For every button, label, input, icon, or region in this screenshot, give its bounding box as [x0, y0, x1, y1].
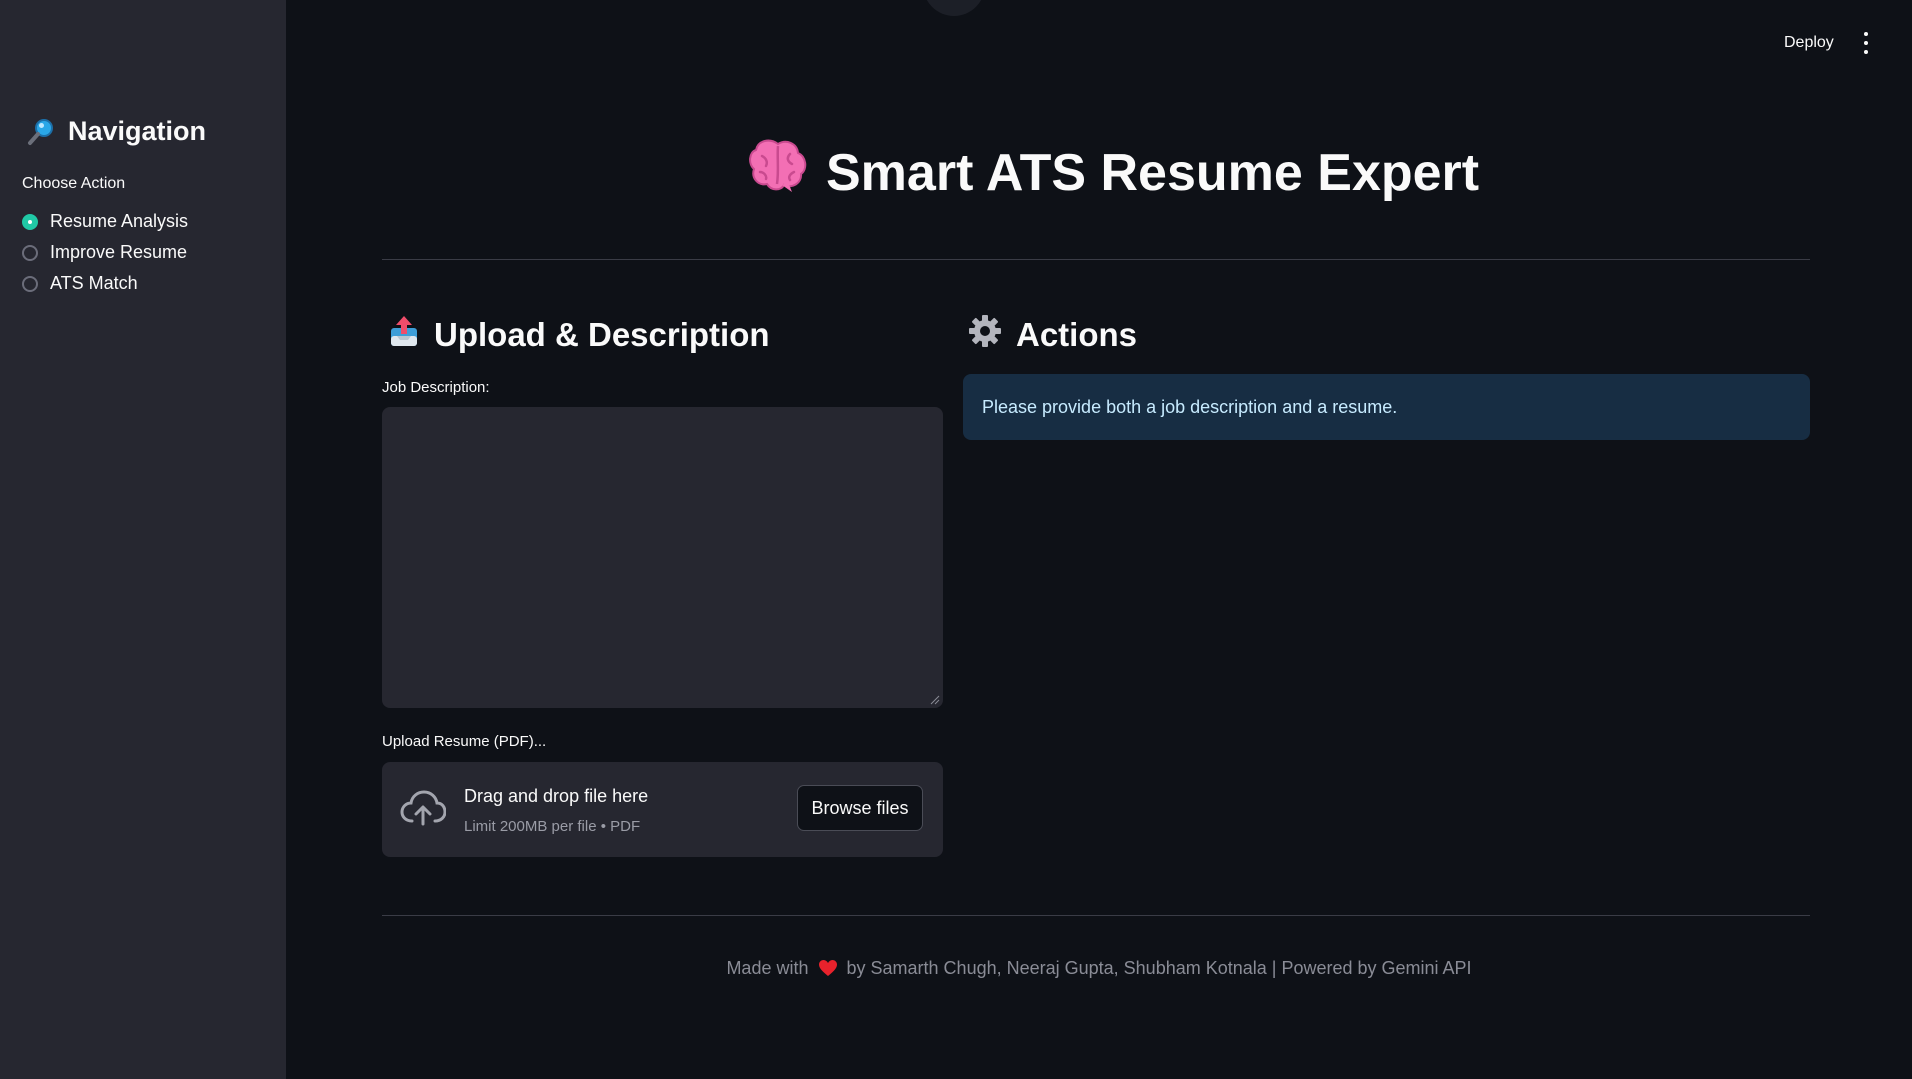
info-alert-text: Please provide both a job description an… [982, 396, 1398, 417]
cloud-upload-icon [400, 790, 447, 828]
upload-section-heading: Upload & Description [388, 314, 770, 356]
brain-icon [748, 138, 808, 207]
action-radio-group: Resume Analysis Improve Resume ATS Match [22, 206, 188, 299]
actions-section-heading: Actions [968, 314, 1137, 356]
top-divider [382, 259, 1810, 260]
upload-resume-label: Upload Resume (PDF)... [382, 733, 547, 750]
footer-made-with: Made with [726, 958, 809, 978]
dropzone-limit-text: Limit 200MB per file • PDF [464, 818, 641, 835]
heart-icon [818, 959, 838, 982]
upload-section-title: Upload & Description [434, 316, 770, 353]
radio-unchecked-icon[interactable] [22, 244, 38, 261]
gear-icon [968, 314, 1002, 356]
status-indicator [923, 0, 985, 16]
page-title-text: Smart ATS Resume Expert [826, 143, 1480, 202]
job-description-input[interactable] [382, 407, 943, 708]
radio-label: Improve Resume [50, 242, 188, 262]
radio-label: Resume Analysis [50, 211, 189, 231]
footer: Made with by Samarth Chugh, Neeraj Gupta… [0, 958, 1912, 982]
resize-handle-icon[interactable] [928, 692, 940, 705]
radio-label: ATS Match [50, 273, 138, 293]
deploy-button[interactable]: Deploy [1776, 30, 1842, 56]
footer-credits: by Samarth Chugh, Neeraj Gupta, Shubham … [846, 958, 1472, 978]
info-alert: Please provide both a job description an… [963, 374, 1810, 440]
choose-action-label: Choose Action [22, 175, 126, 192]
radio-improve-resume[interactable]: Improve Resume [22, 237, 188, 268]
browse-files-button[interactable]: Browse files [797, 785, 923, 831]
job-description-label: Job Description: [382, 379, 490, 396]
outbox-tray-icon [388, 314, 420, 356]
radio-unchecked-icon[interactable] [22, 275, 38, 292]
page-title: Smart ATS Resume Expert [748, 138, 1479, 207]
sidebar: Navigation Choose Action Resume Analysis… [0, 0, 286, 1079]
dropzone-instruction: Drag and drop file here [464, 786, 649, 806]
radio-ats-match[interactable]: ATS Match [22, 268, 188, 299]
radio-checked-icon[interactable] [22, 213, 38, 230]
sidebar-title: Navigation [26, 116, 206, 147]
sidebar-title-text: Navigation [68, 116, 207, 146]
magnifying-glass-icon [26, 117, 56, 147]
actions-section-title: Actions [1016, 316, 1138, 353]
radio-resume-analysis[interactable]: Resume Analysis [22, 206, 188, 237]
footer-divider [382, 915, 1810, 916]
vertical-dots-icon[interactable] [1860, 32, 1872, 54]
file-dropzone[interactable]: Drag and drop file here Limit 200MB per … [382, 762, 943, 857]
